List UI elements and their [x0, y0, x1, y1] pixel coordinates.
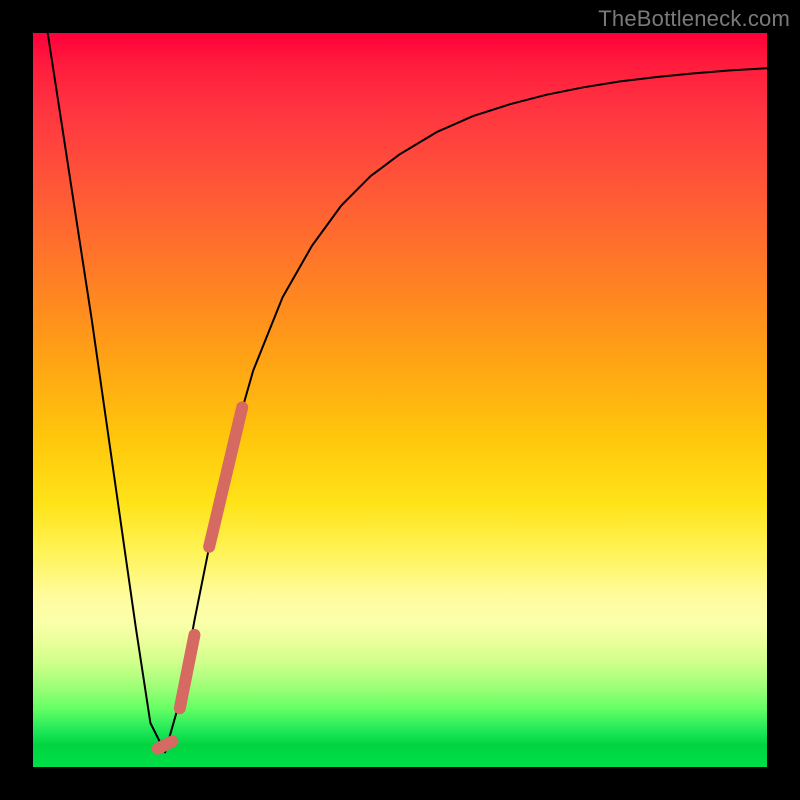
- plot-background-gradient: [33, 33, 767, 767]
- chart-frame: TheBottleneck.com: [0, 0, 800, 800]
- watermark-text: TheBottleneck.com: [598, 6, 790, 32]
